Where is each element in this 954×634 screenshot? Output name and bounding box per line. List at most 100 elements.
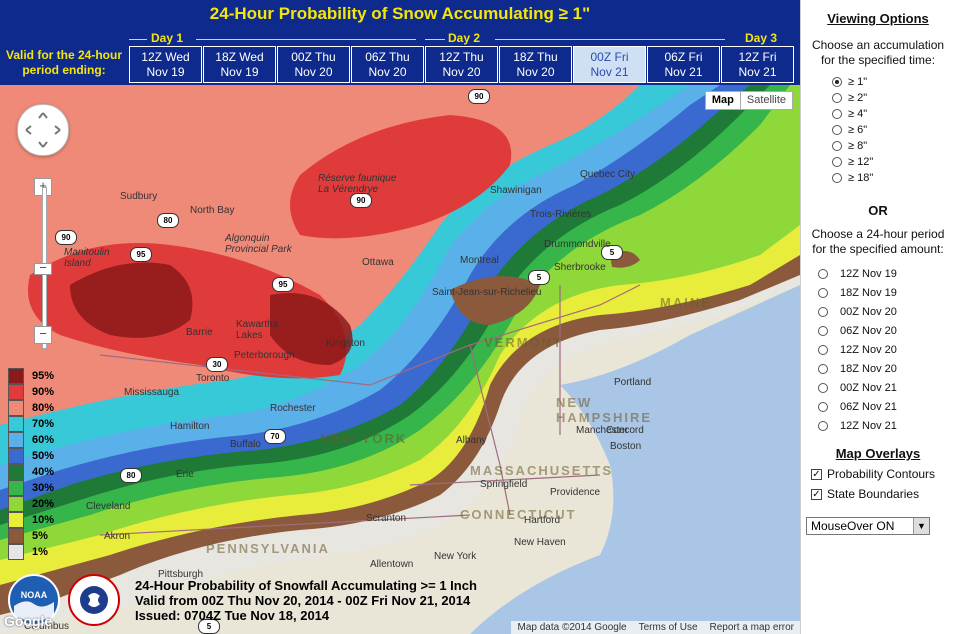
- map-area[interactable]: 90 90 90 95 95 80 30 70 80 5 5 5 Sudbury…: [0, 85, 800, 634]
- radio-button[interactable]: [818, 402, 828, 412]
- period-button[interactable]: 00Z Thu Nov 20: [277, 46, 350, 83]
- city-label: Saint-Jean-sur-Richelieu: [432, 287, 542, 298]
- chevron-down-icon: ▼: [913, 518, 929, 534]
- zoom-slider-handle[interactable]: −: [34, 261, 52, 275]
- period-button[interactable]: 18Z Thu Nov 20: [499, 46, 572, 83]
- radio-label: ≥ 1": [848, 76, 868, 88]
- mouseover-select[interactable]: MouseOver ON ▼: [806, 517, 930, 535]
- period-radio[interactable]: 00Z Nov 20: [818, 306, 897, 318]
- accumulation-radio[interactable]: ≥ 2": [832, 92, 867, 104]
- radio-button[interactable]: [818, 345, 828, 355]
- radio-label: 18Z Nov 19: [840, 287, 897, 299]
- period-button-line2: Nov 20: [516, 65, 555, 79]
- period-button[interactable]: 18Z Wed Nov 19: [203, 46, 276, 83]
- overlay-checkbox-row[interactable]: ✓ Probability Contours: [811, 467, 935, 481]
- period-button-line1: 18Z Thu: [513, 50, 558, 64]
- valid-label-line2: period ending:: [22, 63, 106, 77]
- period-radio[interactable]: 12Z Nov 19: [818, 268, 897, 280]
- report-map-error-link[interactable]: Report a map error: [704, 621, 800, 634]
- period-radio[interactable]: 06Z Nov 20: [818, 325, 897, 337]
- city-label: North Bay: [190, 205, 235, 216]
- radio-button[interactable]: [832, 77, 842, 87]
- map-button[interactable]: Map: [706, 92, 740, 109]
- radio-button[interactable]: [832, 125, 842, 135]
- radio-label: 12Z Nov 19: [840, 268, 897, 280]
- radio-button[interactable]: [832, 173, 842, 183]
- accumulation-radio[interactable]: ≥ 1": [832, 76, 867, 88]
- radio-label: ≥ 4": [848, 108, 868, 120]
- radio-button[interactable]: [832, 157, 842, 167]
- period-radio[interactable]: 18Z Nov 19: [818, 287, 897, 299]
- city-label: Ottawa: [362, 257, 394, 268]
- legend-label: 10%: [32, 514, 55, 526]
- color-legend: 95% 90% 80% 70% 60% 50% 40% 30% 20% 10% 5% 1%: [8, 368, 58, 562]
- period-button[interactable]: 12Z Thu Nov 20: [425, 46, 498, 83]
- period-button[interactable]: 12Z Fri Nov 21: [721, 46, 794, 83]
- accumulation-radio[interactable]: ≥ 8": [832, 140, 867, 152]
- city-label: Mississauga: [124, 387, 180, 398]
- period-button[interactable]: 06Z Fri Nov 21: [647, 46, 720, 83]
- accumulation-radio[interactable]: ≥ 18": [832, 172, 873, 184]
- radio-button[interactable]: [832, 93, 842, 103]
- checkbox[interactable]: ✓: [811, 488, 822, 500]
- terms-of-use-link[interactable]: Terms of Use: [633, 621, 704, 634]
- radio-label: 00Z Nov 20: [840, 306, 897, 318]
- legend-label: 40%: [32, 466, 55, 478]
- period-button[interactable]: 06Z Thu Nov 20: [351, 46, 424, 83]
- city-label: Manitoulin Island: [64, 247, 110, 269]
- contour-label: 30: [206, 357, 228, 372]
- legend-label: 1%: [32, 546, 48, 558]
- city-label: Sudbury: [120, 191, 158, 202]
- period-radio[interactable]: 12Z Nov 20: [818, 344, 897, 356]
- radio-button[interactable]: [818, 326, 828, 336]
- radio-button[interactable]: [818, 307, 828, 317]
- radio-label: 06Z Nov 21: [840, 401, 897, 413]
- legend-label: 90%: [32, 386, 55, 398]
- radio-button[interactable]: [818, 288, 828, 298]
- radio-button[interactable]: [818, 421, 828, 431]
- radio-button[interactable]: [832, 109, 842, 119]
- radio-label: 12Z Nov 21: [840, 420, 897, 432]
- zoom-out-button[interactable]: −: [34, 326, 52, 344]
- google-logo: Google: [4, 613, 53, 629]
- period-radio[interactable]: 06Z Nov 21: [818, 401, 897, 413]
- accumulation-radio[interactable]: ≥ 12": [832, 156, 873, 168]
- period-button-line1: 00Z Thu: [291, 50, 336, 64]
- radio-label: ≥ 12": [848, 156, 874, 168]
- period-radio[interactable]: 18Z Nov 20: [818, 363, 897, 375]
- satellite-button[interactable]: Satellite: [739, 92, 792, 109]
- radio-label: ≥ 2": [848, 92, 868, 104]
- radio-button[interactable]: [818, 383, 828, 393]
- state-label: MASSACHUSETTS: [470, 463, 614, 478]
- period-radio[interactable]: 12Z Nov 21: [818, 420, 897, 432]
- overlay-checkbox-row[interactable]: ✓ State Boundaries: [811, 487, 919, 501]
- radio-button[interactable]: [818, 364, 828, 374]
- nws-logo: [68, 574, 120, 626]
- radio-label: ≥ 6": [848, 124, 868, 136]
- pan-arrows-icon: [25, 112, 61, 148]
- radio-label: ≥ 8": [848, 140, 868, 152]
- period-button-line2: Nov 19: [220, 65, 259, 79]
- period-radio[interactable]: 00Z Nov 21: [818, 382, 897, 394]
- city-label: Buffalo: [230, 439, 261, 450]
- checkbox[interactable]: ✓: [811, 468, 822, 480]
- radio-button[interactable]: [818, 269, 828, 279]
- legend-swatch: [8, 416, 24, 432]
- legend-label: 60%: [32, 434, 55, 446]
- city-label: Albany: [456, 435, 487, 446]
- accumulation-radio[interactable]: ≥ 6": [832, 124, 867, 136]
- city-label: Portland: [614, 377, 652, 388]
- pan-control[interactable]: [17, 104, 69, 156]
- city-label: New Haven: [514, 537, 566, 548]
- accumulation-radio[interactable]: ≥ 4": [832, 108, 867, 120]
- period-button[interactable]: 00Z Fri Nov 21: [573, 46, 646, 83]
- state-label: PENNSYLVANIA: [206, 541, 330, 556]
- radio-button[interactable]: [832, 141, 842, 151]
- contour-label: 90: [55, 230, 77, 245]
- period-button[interactable]: 12Z Wed Nov 19: [129, 46, 202, 83]
- checkbox-label: State Boundaries: [827, 487, 920, 501]
- city-label: Boston: [610, 441, 642, 452]
- probability-map: [0, 85, 800, 634]
- period-button-line2: Nov 21: [738, 65, 777, 79]
- period-prompt-line2: for the specified amount:: [812, 242, 944, 256]
